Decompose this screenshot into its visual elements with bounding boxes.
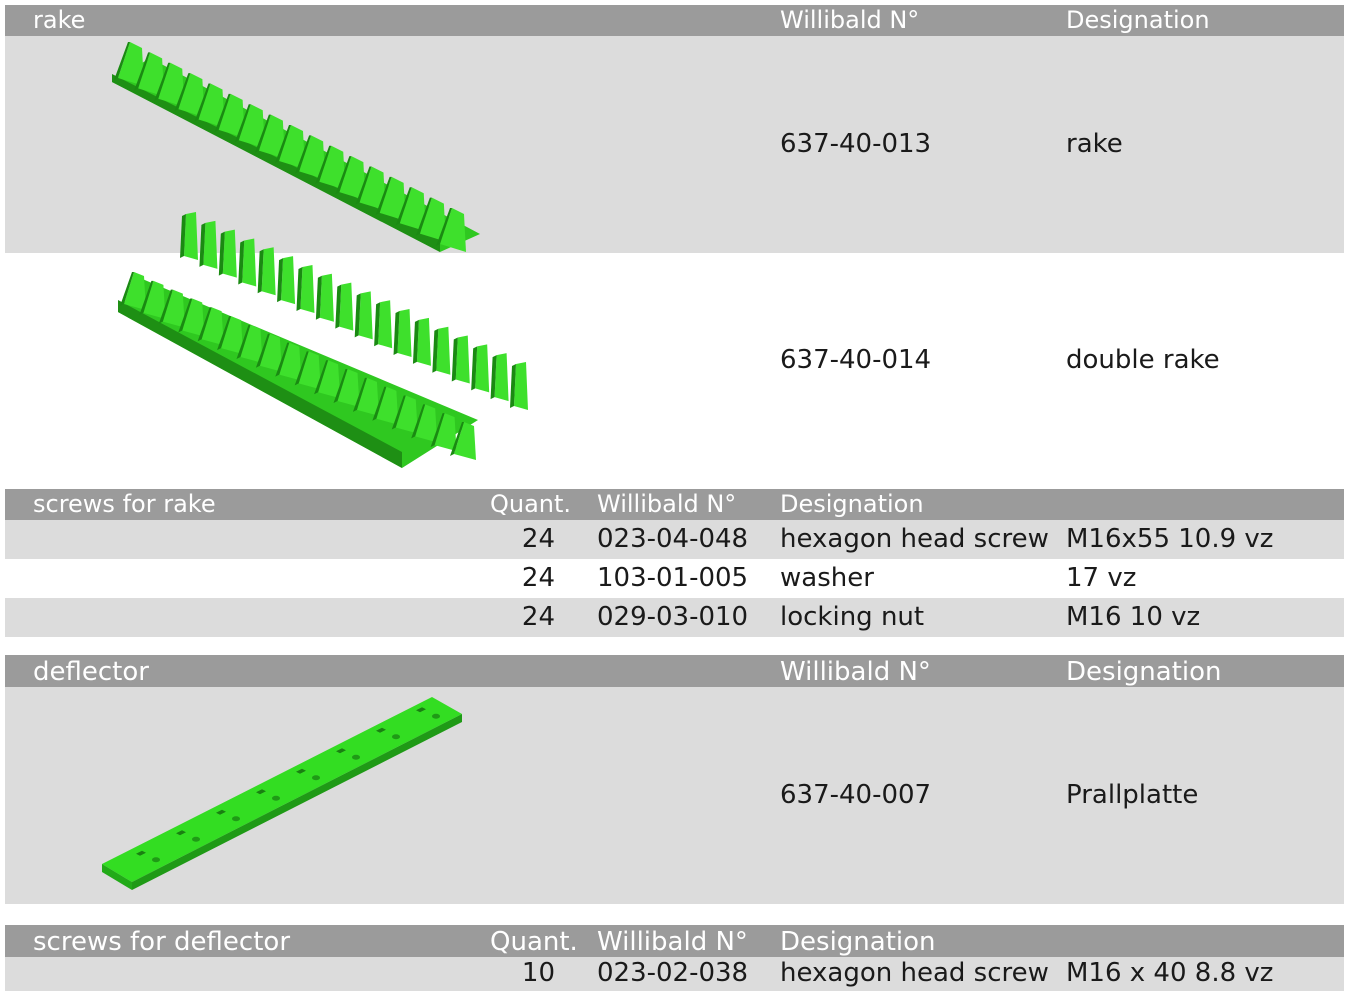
deflector-hole (192, 836, 200, 842)
double-rake-fin (514, 362, 528, 410)
screws-rake-row-1-spec: M16x55 10.9 vz (1066, 524, 1274, 554)
rake-item-number: 637-40-013 (780, 129, 932, 159)
deflector-col-number: Willibald N° (780, 657, 931, 687)
deflector-part-image (102, 697, 462, 890)
screws-rake-row-2-designation: washer (780, 563, 874, 593)
screws-deflector-col-number: Willibald N° (597, 927, 748, 957)
screws-rake-col-designation: Designation (780, 490, 924, 518)
screws-rake-row-1-quant: 24 (521, 524, 555, 554)
deflector-item-designation: Prallplatte (1066, 780, 1199, 810)
screws-deflector-col-quant: Quant. (490, 927, 578, 957)
screws-deflector-header-bar: screws for deflector Quant. Willibald N°… (5, 925, 1344, 957)
screws-rake-row-1-designation: hexagon head screw (780, 524, 1049, 554)
screws-deflector-col-designation: Designation (780, 927, 936, 957)
deflector-col-designation: Designation (1066, 657, 1222, 687)
screws-deflector-row-1-number: 023-02-038 (597, 958, 749, 988)
screws-rake-col-number: Willibald N° (597, 490, 737, 518)
screws-rake-row-1-number: 023-04-048 (597, 524, 749, 554)
screws-rake-row-2-number: 103-01-005 (597, 563, 749, 593)
double-rake-fin (494, 353, 509, 402)
deflector-hole (352, 754, 360, 760)
deflector-hole (392, 734, 400, 740)
screws-rake-row-2-quant: 24 (521, 563, 555, 593)
screws-deflector-row-1-designation: hexagon head screw (780, 958, 1049, 988)
screws-deflector-title: screws for deflector (33, 927, 291, 957)
double-rake-item-number: 637-40-014 (780, 345, 932, 375)
deflector-hole (432, 713, 440, 719)
deflector-item-number: 637-40-007 (780, 780, 932, 810)
deflector-hole (152, 857, 160, 863)
rake-item-designation: rake (1066, 129, 1123, 159)
rake-col-designation: Designation (1066, 6, 1210, 34)
deflector-hole (272, 795, 280, 801)
screws-rake-col-quant: Quant. (490, 490, 572, 518)
screws-rake-row-3-number: 029-03-010 (597, 602, 749, 632)
screws-deflector-row-1-spec: M16 x 40 8.8 vz (1066, 958, 1274, 988)
deflector-hole (312, 775, 320, 781)
screws-rake-row-3-spec: M16 10 vz (1066, 602, 1201, 632)
screws-deflector-row-1-quant: 10 (521, 958, 555, 988)
deflector-hole (232, 816, 240, 822)
screws-rake-row-2-spec: 17 vz (1066, 563, 1137, 593)
rake-col-number: Willibald N° (780, 6, 920, 34)
screws-rake-row-3-designation: locking nut (780, 602, 925, 632)
double-rake-item-designation: double rake (1066, 345, 1220, 375)
screws-rake-row-3-quant: 24 (521, 602, 555, 632)
